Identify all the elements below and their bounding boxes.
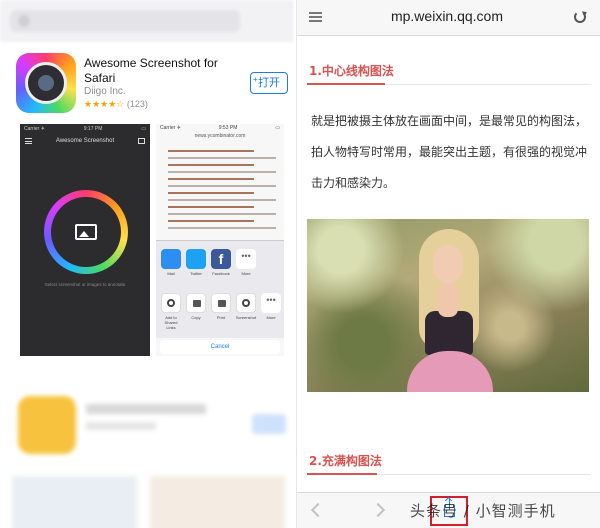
- share-twitter[interactable]: Twitter: [185, 249, 207, 276]
- search-icon: [18, 15, 30, 27]
- share-mail[interactable]: Mail: [160, 249, 182, 276]
- app-icon[interactable]: [16, 53, 76, 113]
- blurred-related-apps: [0, 380, 294, 528]
- watermark: 头条号 / 小智测手机: [410, 502, 556, 520]
- status-bar: Carrier ✈ 9:17 PM ▭: [20, 124, 150, 134]
- action-screenshot[interactable]: Screenshot: [235, 293, 257, 330]
- related-card[interactable]: [12, 476, 137, 528]
- share-more[interactable]: ••• More: [235, 249, 257, 276]
- related-card[interactable]: [150, 476, 285, 528]
- app-screenshot-1[interactable]: Carrier ✈ 9:17 PM ▭ Awesome Screenshot S…: [20, 124, 150, 356]
- section-heading-1: 1.中心线构图法: [309, 64, 394, 78]
- camera-lens-icon: [25, 62, 67, 104]
- cancel-button[interactable]: Cancel: [160, 340, 280, 354]
- app-developer[interactable]: Diigo Inc.: [84, 86, 126, 97]
- related-app-title: [86, 404, 206, 414]
- share-sheet: Mail Twitter f Facebook ••• More Add to Sh…: [156, 240, 284, 338]
- action-shared-links[interactable]: Add to Shared Links: [160, 293, 182, 330]
- app-store-pane: Awesome Screenshot for Safari Diigo Inc.…: [0, 0, 294, 528]
- open-app-label: 打开: [258, 77, 280, 89]
- glasses-icon: [161, 293, 181, 313]
- image-icon: [75, 224, 97, 240]
- screenshot-icon: [236, 293, 256, 313]
- more-icon: •••: [236, 249, 256, 269]
- carrier-text: Carrier ✈: [24, 126, 45, 132]
- facebook-icon: f: [211, 249, 231, 269]
- open-app-button[interactable]: + 打开: [250, 72, 288, 94]
- back-icon[interactable]: [310, 502, 326, 518]
- menu-icon: [25, 138, 32, 144]
- twitter-icon: [186, 249, 206, 269]
- article-paragraph: 就是把被摄主体放在画面中间，是最常见的构图法，拍人物特写时常用，最能突出主题，有…: [311, 114, 588, 190]
- reload-icon[interactable]: [574, 11, 586, 23]
- related-app-button[interactable]: [252, 414, 286, 434]
- battery-icon: ▭: [275, 125, 280, 131]
- action-print[interactable]: Print: [210, 293, 232, 330]
- reader-mode-icon[interactable]: [309, 12, 322, 23]
- plus-icon: +: [253, 75, 258, 84]
- app-nav-title: Awesome Screenshot: [55, 138, 115, 144]
- battery-icon: ▭: [141, 126, 146, 132]
- mini-url: news.ycombinator.com: [194, 133, 246, 139]
- action-more[interactable]: ••• More: [260, 293, 282, 330]
- address-bar[interactable]: mp.weixin.qq.com: [297, 0, 600, 36]
- blurred-search-bar: [0, 0, 294, 42]
- related-app-subtitle: [86, 422, 156, 430]
- action-copy[interactable]: Copy: [185, 293, 207, 330]
- safari-pane: mp.weixin.qq.com 1.中心线构图法 就是把被摄主体放在画面中间，…: [296, 0, 600, 528]
- time-text: 9:17 PM: [83, 126, 103, 132]
- share-row-apps: Mail Twitter f Facebook ••• More: [160, 249, 257, 276]
- status-bar: Carrier ✈ 9:53 PM ▭: [156, 124, 284, 133]
- time-text: 9:53 PM: [218, 125, 238, 131]
- rating-stars: ★★★★☆: [84, 99, 125, 109]
- section-heading-2: 2.充满构图法: [309, 454, 382, 468]
- url-text[interactable]: mp.weixin.qq.com: [357, 8, 537, 24]
- share-facebook[interactable]: f Facebook: [210, 249, 232, 276]
- copy-icon: [186, 293, 206, 313]
- article-photo: [307, 219, 589, 392]
- heading-underline: [307, 473, 377, 475]
- heading-underline: [307, 83, 385, 85]
- rating-count: (123): [126, 99, 148, 109]
- carrier-text: Carrier ✈: [160, 125, 181, 131]
- annotate-hint: Select screenshot or images to annotate: [44, 282, 126, 287]
- cards-icon: [138, 138, 145, 144]
- search-field[interactable]: [10, 10, 240, 32]
- app-screenshot-2[interactable]: Carrier ✈ 9:53 PM ▭ news.ycombinator.com…: [156, 124, 284, 356]
- article-lines: [168, 150, 276, 234]
- print-icon: [211, 293, 231, 313]
- image-picker-ring: [44, 190, 128, 274]
- mail-icon: [161, 249, 181, 269]
- forward-icon[interactable]: [370, 502, 386, 518]
- more-icon: •••: [261, 293, 281, 313]
- share-row-actions: Add to Shared Links Copy Print Screensho…: [160, 293, 282, 330]
- related-app-icon[interactable]: [18, 396, 76, 454]
- app-title[interactable]: Awesome Screenshot for Safari: [84, 56, 244, 86]
- app-rating: ★★★★☆ (123): [84, 99, 148, 110]
- app-nav-bar: Awesome Screenshot: [20, 134, 150, 148]
